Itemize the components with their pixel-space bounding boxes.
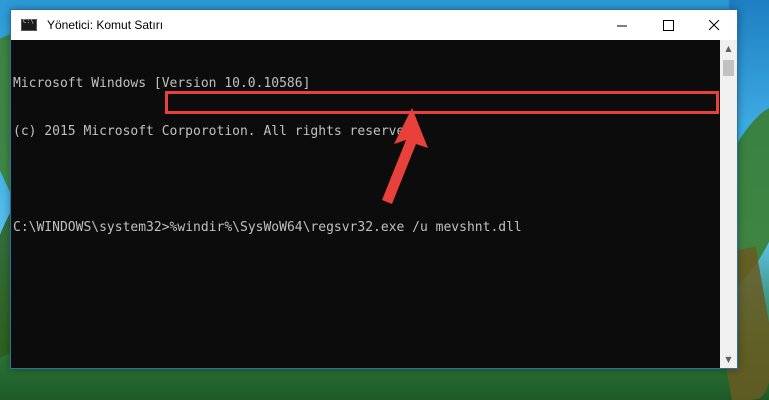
window-controls bbox=[599, 10, 737, 40]
console-line-version: Microsoft Windows [Version 10.0.10586] bbox=[13, 76, 311, 91]
title-bar[interactable]: Yönetici: Komut Satırı bbox=[11, 10, 737, 40]
window-title: Yönetici: Komut Satırı bbox=[47, 18, 164, 32]
scroll-down-icon[interactable]: ▼ bbox=[720, 351, 737, 368]
scrollbar-thumb[interactable] bbox=[723, 60, 734, 76]
close-button[interactable] bbox=[691, 10, 737, 40]
maximize-icon bbox=[662, 19, 674, 31]
console-prompt: C:\WINDOWS\system32> bbox=[13, 220, 170, 235]
red-pointer-arrow-icon bbox=[382, 108, 428, 204]
console-line-copyright: (c) 2015 Microsoft Corporotion. All righ… bbox=[13, 124, 420, 139]
vertical-scrollbar[interactable]: ▲ ▼ bbox=[720, 40, 737, 368]
console-command[interactable]: %windir%\SysWoW64\regsvr32.exe /u mevshn… bbox=[170, 220, 522, 236]
console-output-area[interactable]: Microsoft Windows [Version 10.0.10586] (… bbox=[11, 40, 721, 368]
cmd-app-icon[interactable] bbox=[21, 18, 37, 31]
minimize-button[interactable] bbox=[599, 10, 645, 40]
maximize-button[interactable] bbox=[645, 10, 691, 40]
command-highlight-box bbox=[165, 91, 719, 114]
minimize-icon bbox=[616, 25, 627, 26]
console-command-line[interactable]: C:\WINDOWS\system32> %windir%\SysWoW64\re… bbox=[13, 220, 522, 236]
close-icon bbox=[708, 19, 719, 30]
scroll-up-icon[interactable]: ▲ bbox=[720, 40, 737, 57]
console-text: Microsoft Windows [Version 10.0.10586] (… bbox=[13, 44, 522, 268]
